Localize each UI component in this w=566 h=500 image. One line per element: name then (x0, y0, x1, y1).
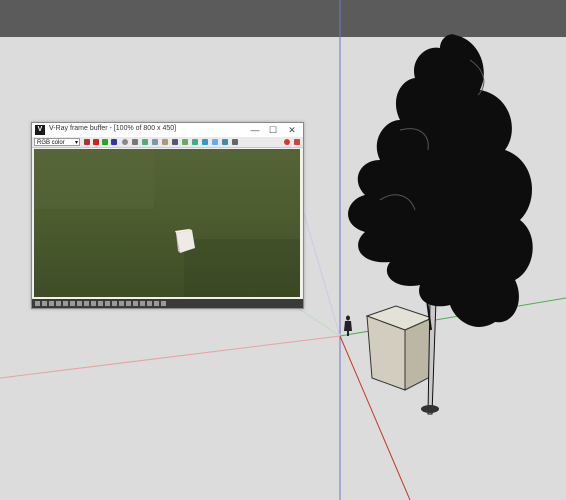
status-icon-10[interactable] (98, 301, 103, 306)
grass-render (34, 149, 300, 297)
status-icon-9[interactable] (91, 301, 96, 306)
rendered-image (34, 149, 300, 297)
box-model (365, 305, 434, 391)
lens-effects-icon[interactable] (212, 139, 218, 145)
alpha-channel-icon[interactable] (122, 139, 128, 145)
status-icon-19[interactable] (161, 301, 166, 306)
maximize-icon[interactable]: ☐ (265, 124, 281, 136)
clear-image-icon[interactable] (162, 139, 168, 145)
compare-icon[interactable] (202, 139, 208, 145)
status-icon-12[interactable] (112, 301, 117, 306)
status-icon-1[interactable] (35, 301, 40, 306)
duplicate-icon[interactable] (172, 139, 178, 145)
status-icon-15[interactable] (133, 301, 138, 306)
status-icon-14[interactable] (126, 301, 131, 306)
blue-channel-icon[interactable] (111, 139, 117, 145)
status-icon-13[interactable] (119, 301, 124, 306)
close-icon[interactable]: ✕ (284, 124, 300, 136)
mono-icon[interactable] (132, 139, 138, 145)
vfb-toolbar: RGB color ▾ (32, 137, 303, 148)
minimize-icon[interactable]: — (247, 124, 263, 136)
status-icon-16[interactable] (140, 301, 145, 306)
channel-select[interactable]: RGB color ▾ (34, 138, 80, 146)
sketchup-viewport[interactable]: V V-Ray frame buffer - [100% of 800 x 45… (0, 0, 566, 500)
status-icon-8[interactable] (84, 301, 89, 306)
history-icon[interactable] (232, 139, 238, 145)
window-title: V-Ray frame buffer - [100% of 800 x 450] (49, 125, 177, 132)
person-figure (344, 315, 352, 336)
status-icon-2[interactable] (42, 301, 47, 306)
green-channel-icon[interactable] (102, 139, 108, 145)
blue-axis-dotted (299, 199, 341, 337)
region-render-icon[interactable] (192, 139, 198, 145)
render-icon[interactable] (294, 139, 300, 145)
stop-icon[interactable] (284, 139, 290, 145)
window-titlebar[interactable]: V V-Ray frame buffer - [100% of 800 x 45… (32, 123, 303, 137)
status-icon-17[interactable] (147, 301, 152, 306)
track-mouse-icon[interactable] (182, 139, 188, 145)
vfb-status-bar (32, 299, 303, 308)
status-icon-11[interactable] (105, 301, 110, 306)
save-image-icon[interactable] (142, 139, 148, 145)
red-channel-icon[interactable] (93, 139, 99, 145)
status-icon-3[interactable] (49, 301, 54, 306)
status-icon-5[interactable] (63, 301, 68, 306)
vray-frame-buffer-window[interactable]: V V-Ray frame buffer - [100% of 800 x 45… (31, 122, 304, 309)
status-icon-7[interactable] (77, 301, 82, 306)
status-icon-4[interactable] (56, 301, 61, 306)
status-icon-6[interactable] (70, 301, 75, 306)
load-image-icon[interactable] (152, 139, 158, 145)
color-correction-icon[interactable] (222, 139, 228, 145)
red-axis-dotted (0, 335, 341, 379)
save-icon[interactable] (84, 139, 90, 145)
status-icon-18[interactable] (154, 301, 159, 306)
channel-value: RGB color (37, 140, 65, 146)
chevron-down-icon: ▾ (74, 140, 78, 146)
logo-icon: V (35, 125, 45, 135)
